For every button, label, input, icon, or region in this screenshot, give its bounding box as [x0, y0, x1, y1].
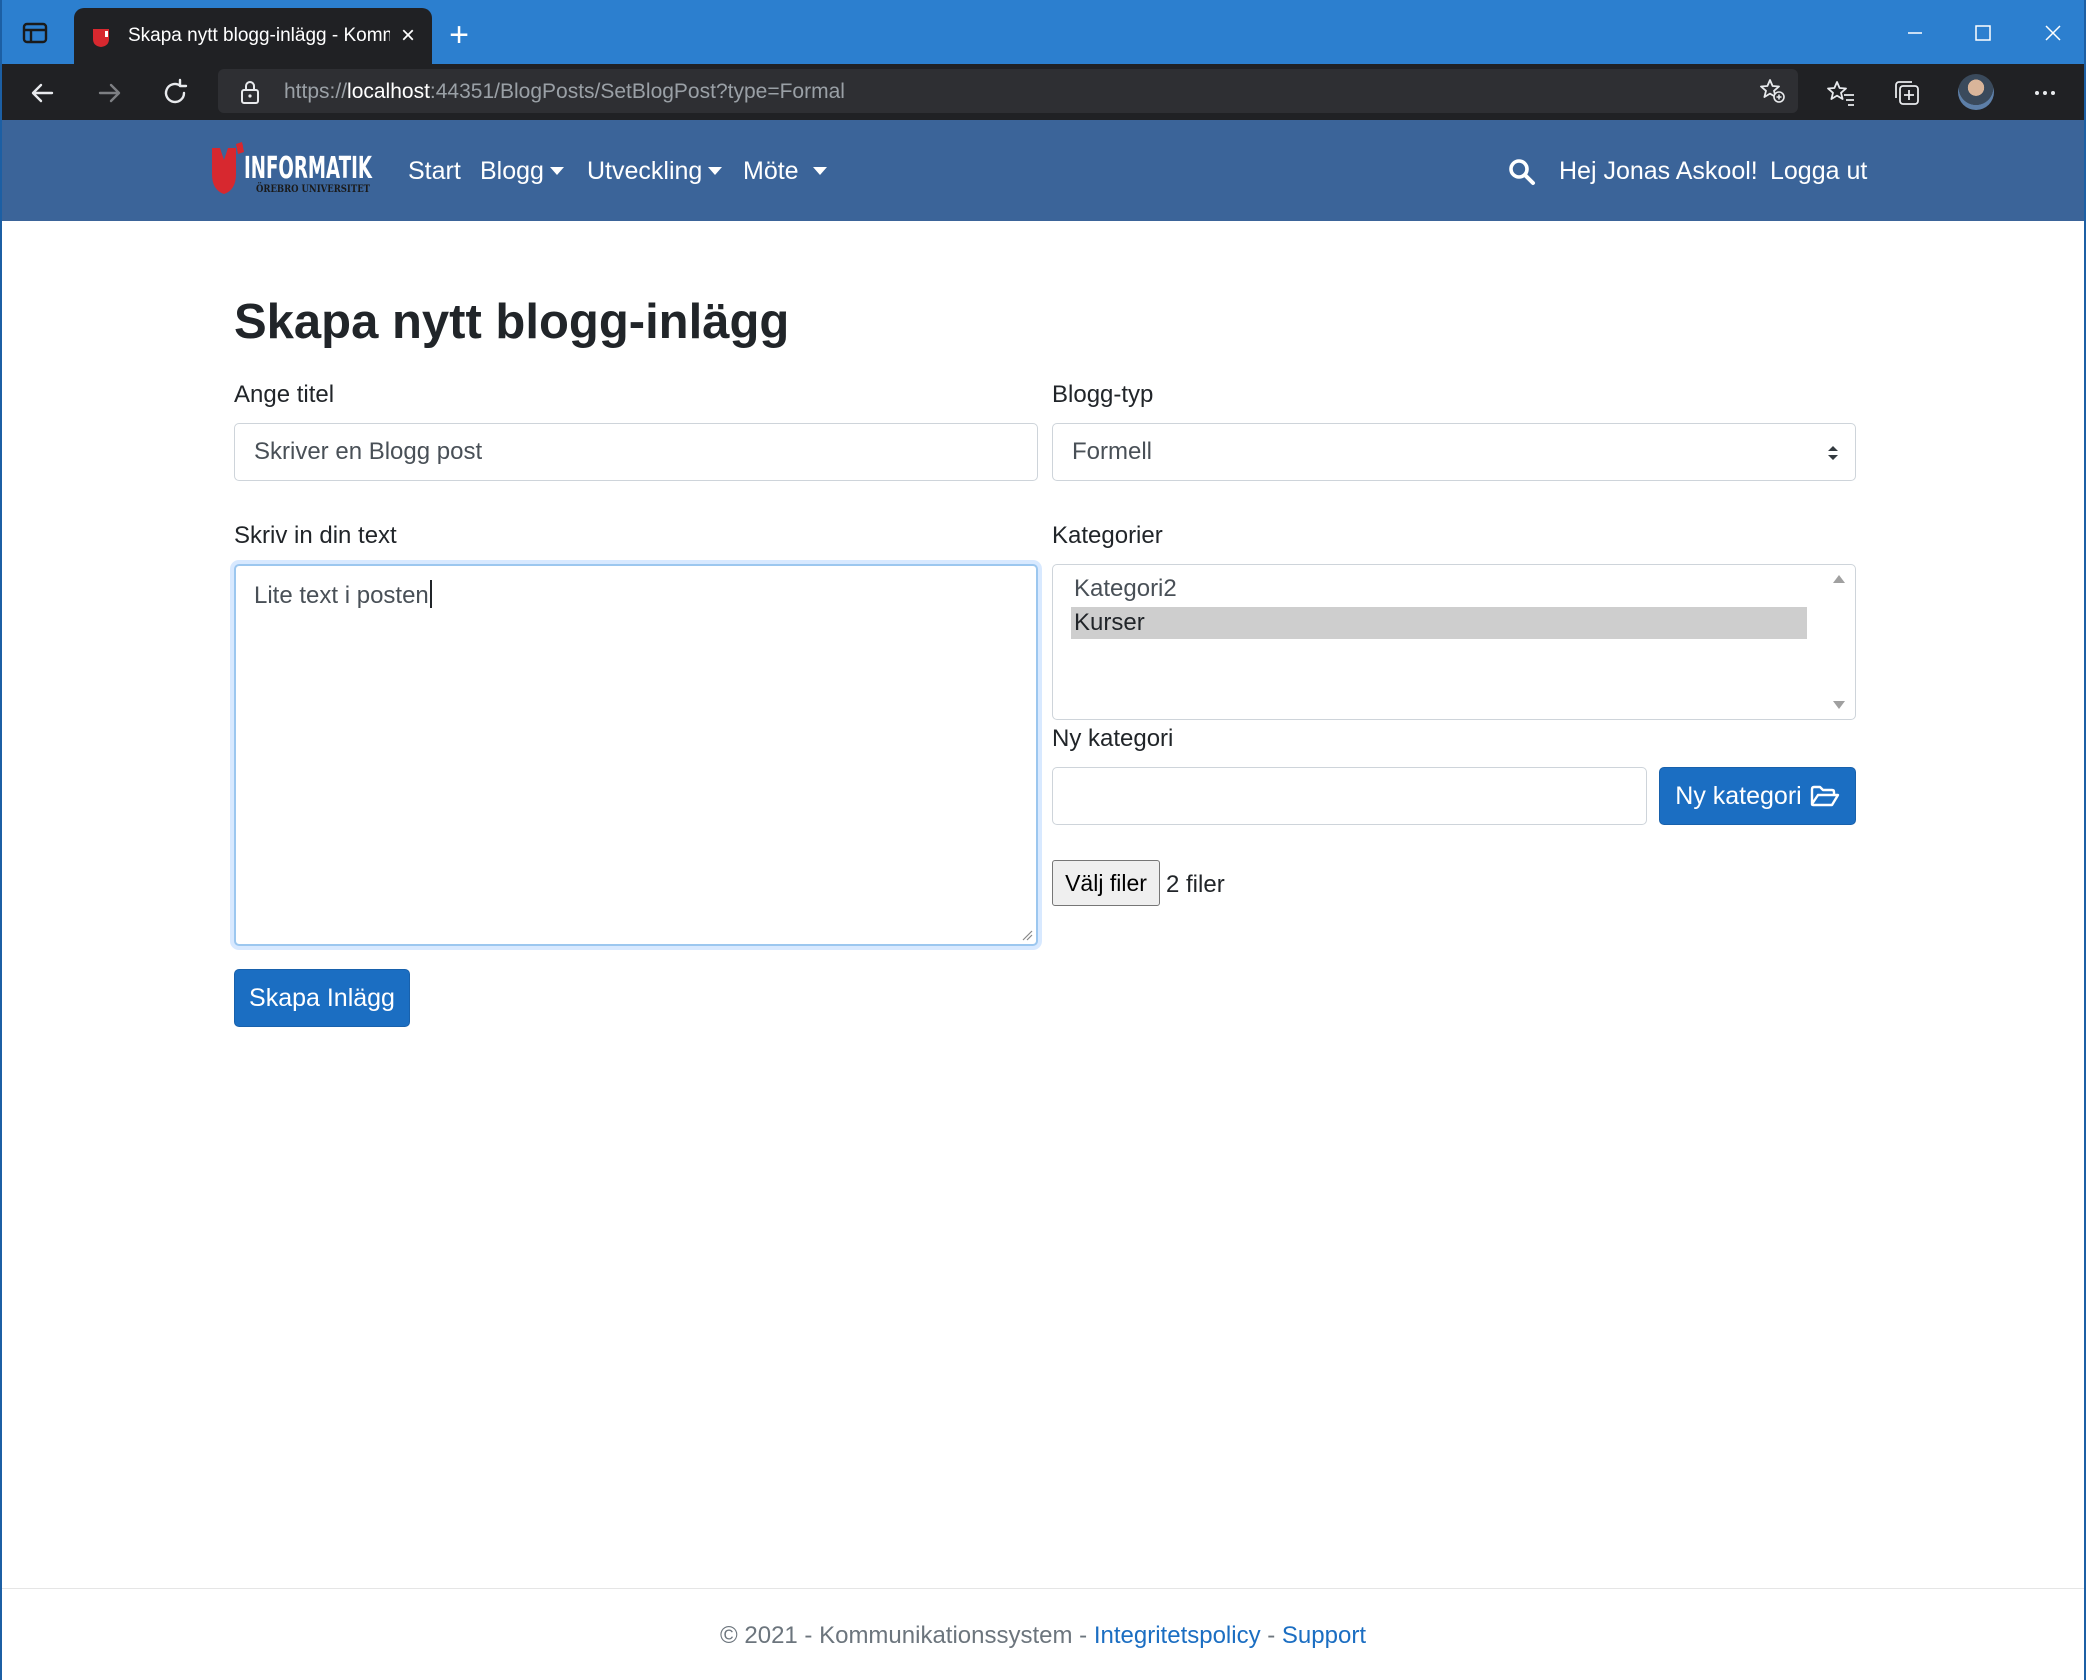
back-icon[interactable]	[26, 76, 60, 110]
new-category-input[interactable]	[1052, 767, 1647, 825]
privacy-link[interactable]: Integritetspolicy	[1094, 1622, 1261, 1649]
lock-icon[interactable]	[238, 79, 262, 105]
favorites-icon[interactable]	[1824, 76, 1858, 110]
page-title: Skapa nytt blogg-inlägg	[234, 295, 790, 349]
minimize-icon[interactable]	[1900, 18, 1930, 48]
informatik-logo[interactable]: INFORMATIK ÖREBRO UNIVERSITET	[210, 140, 374, 200]
post-text-area[interactable]: Lite text i posten	[234, 564, 1038, 946]
user-greeting[interactable]: Hej Jonas Askool!	[1559, 156, 1758, 186]
url-text[interactable]: https://localhost:44351/BlogPosts/SetBlo…	[284, 79, 845, 105]
footer: © 2021 - Kommunikationssystem - Integrit…	[0, 1621, 2086, 1651]
text-label: Skriv in din text	[234, 522, 397, 549]
window-border-left	[0, 0, 2, 1680]
browser-titlebar: Skapa nytt blogg-inlägg - Kommunikations…	[0, 0, 2086, 64]
nav-blogg[interactable]: Blogg	[480, 156, 564, 186]
title-label: Ange titel	[234, 381, 335, 408]
more-icon[interactable]	[2028, 76, 2062, 110]
blog-type-label: Blogg-typ	[1052, 381, 1154, 408]
refresh-icon[interactable]	[158, 76, 192, 110]
title-input[interactable]: Skriver en Blogg post	[234, 423, 1038, 481]
collections-icon[interactable]	[1890, 76, 1924, 110]
logout-link[interactable]: Logga ut	[1770, 156, 1867, 186]
svg-text:ÖREBRO UNIVERSITET: ÖREBRO UNIVERSITET	[256, 182, 370, 195]
footer-divider	[0, 1588, 2086, 1589]
create-post-button[interactable]: Skapa Inlägg	[234, 969, 410, 1027]
choose-files-button[interactable]: Välj filer	[1052, 860, 1160, 906]
caret-down-icon	[812, 167, 827, 175]
resize-handle-icon[interactable]	[1021, 929, 1033, 941]
nav-utveckling[interactable]: Utveckling	[587, 156, 723, 186]
search-icon[interactable]	[1508, 158, 1536, 186]
browser-tab[interactable]: Skapa nytt blogg-inlägg - Kommunikations…	[74, 8, 432, 64]
browser-toolbar: https://localhost:44351/BlogPosts/SetBlo…	[0, 64, 2086, 120]
close-icon[interactable]: ×	[396, 24, 420, 48]
nav-mote[interactable]: Möte	[743, 156, 827, 186]
window-close-icon[interactable]	[2038, 18, 2068, 48]
category-option-selected[interactable]: Kurser	[1071, 607, 1807, 639]
copyright-text: © 2021 - Kommunikationssystem -	[720, 1622, 1094, 1649]
site-favicon	[92, 28, 110, 48]
tab-actions-icon[interactable]	[22, 22, 48, 44]
post-text: Lite text i posten	[254, 582, 429, 609]
address-bar[interactable]: https://localhost:44351/BlogPosts/SetBlo…	[218, 69, 1798, 113]
blog-type-select[interactable]: Formell	[1052, 423, 1856, 481]
tab-title: Skapa nytt blogg-inlägg - Kommunikations…	[128, 25, 390, 46]
new-tab-icon[interactable]: +	[444, 18, 474, 52]
forward-icon[interactable]	[92, 76, 126, 110]
folder-open-icon	[1810, 785, 1839, 807]
text-cursor	[429, 580, 432, 608]
profile-avatar[interactable]	[1958, 74, 1994, 110]
category-option[interactable]: Kategori2	[1071, 573, 1807, 605]
site-navbar: INFORMATIK ÖREBRO UNIVERSITET Start Blog…	[0, 120, 2086, 221]
scroll-down-icon[interactable]	[1833, 701, 1845, 709]
caret-down-icon	[549, 167, 564, 175]
new-category-button[interactable]: Ny kategori	[1659, 767, 1856, 825]
categories-label: Kategorier	[1052, 522, 1163, 549]
add-favorite-icon[interactable]	[1758, 77, 1786, 105]
caret-down-icon	[708, 167, 723, 175]
new-category-label: Ny kategori	[1052, 725, 1174, 752]
nav-start[interactable]: Start	[408, 156, 461, 186]
select-arrows-icon	[1828, 446, 1838, 460]
support-link[interactable]: Support	[1282, 1622, 1366, 1649]
categories-listbox[interactable]: Kategori2 Kurser	[1052, 564, 1856, 720]
maximize-icon[interactable]	[1968, 18, 1998, 48]
file-status: 2 filer	[1166, 871, 1225, 898]
footer-separator: -	[1260, 1622, 1282, 1649]
scroll-up-icon[interactable]	[1833, 575, 1845, 583]
svg-text:INFORMATIK: INFORMATIK	[244, 151, 373, 186]
